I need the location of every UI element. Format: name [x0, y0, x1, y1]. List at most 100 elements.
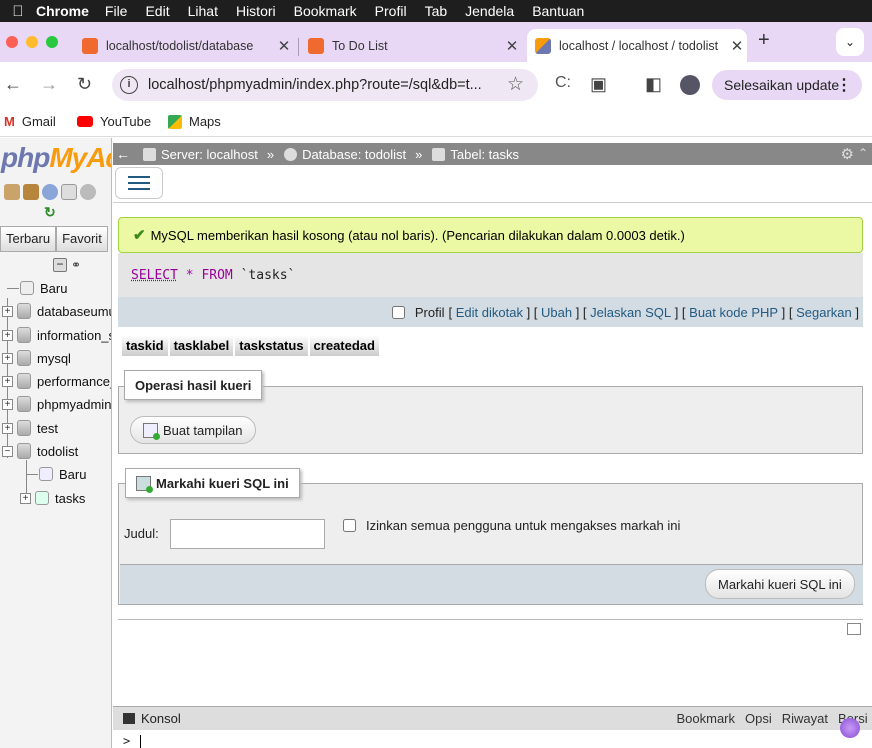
- side-panel-icon[interactable]: ◧: [645, 74, 662, 95]
- collapse-all-icon[interactable]: −: [53, 258, 67, 272]
- settings-gear-icon[interactable]: ⚙: [841, 145, 854, 163]
- address-bar[interactable]: i localhost/phpmyadmin/index.php?route=/…: [112, 69, 538, 101]
- reload-navigation-icon[interactable]: ↻: [44, 204, 56, 221]
- reload-icon[interactable]: ↻: [77, 74, 92, 95]
- tree-item-mysql[interactable]: + mysql: [2, 348, 71, 368]
- bookmark-star-icon[interactable]: ☆: [507, 73, 524, 96]
- allow-all-users-checkbox[interactable]: [343, 519, 356, 532]
- hamburger-menu-button[interactable]: [115, 167, 163, 199]
- tree-item-new-table[interactable]: Baru: [39, 464, 86, 484]
- crumb-database[interactable]: Database: todolist: [284, 147, 406, 162]
- home-icon[interactable]: [4, 184, 20, 200]
- assistant-brain-icon[interactable]: [840, 718, 860, 738]
- create-php-code-link[interactable]: Buat kode PHP: [689, 305, 778, 320]
- docs-icon[interactable]: [61, 184, 77, 200]
- expand-icon[interactable]: +: [2, 398, 13, 410]
- expand-icon[interactable]: +: [2, 305, 13, 317]
- tree-item-performance-schema[interactable]: + performance_schema: [2, 371, 111, 391]
- new-tab-icon[interactable]: +: [758, 29, 770, 52]
- tree-item-test[interactable]: + test: [2, 418, 58, 438]
- column-header-taskstatus[interactable]: taskstatus: [235, 335, 308, 356]
- menu-view[interactable]: Lihat: [188, 3, 218, 19]
- tree-item-new[interactable]: Baru: [20, 278, 67, 298]
- profiling-checkbox[interactable]: [391, 305, 405, 319]
- tree-item-databaseumum[interactable]: + databaseumum: [2, 301, 111, 321]
- tree-item-todolist[interactable]: − todolist: [2, 441, 78, 461]
- menu-app-chrome[interactable]: Chrome: [36, 3, 89, 19]
- url-text[interactable]: localhost/phpmyadmin/index.php?route=/sq…: [148, 77, 493, 93]
- minimize-window-button[interactable]: [26, 36, 38, 48]
- create-view-button[interactable]: Buat tampilan: [130, 416, 256, 444]
- menu-tab[interactable]: Tab: [425, 3, 448, 19]
- tree-item-information-schema[interactable]: + information_schema: [2, 325, 111, 345]
- collapse-nav-arrow-icon[interactable]: ←: [113, 146, 133, 162]
- forward-arrow-icon[interactable]: →: [40, 74, 58, 95]
- more-menu-icon[interactable]: ⋮: [836, 75, 852, 95]
- menu-help[interactable]: Bantuan: [532, 3, 584, 19]
- bookmark-title-input[interactable]: [170, 519, 325, 549]
- expand-icon[interactable]: +: [2, 329, 13, 341]
- column-header-taskid[interactable]: taskid: [122, 335, 168, 356]
- crumb-table[interactable]: Tabel: tasks: [432, 147, 519, 162]
- close-tab-icon[interactable]: ✕: [502, 37, 522, 55]
- bookmark-youtube[interactable]: YouTube: [77, 114, 151, 129]
- cast-icon[interactable]: C:: [555, 74, 571, 92]
- collapse-icon[interactable]: −: [2, 445, 13, 457]
- tree-item-label: Baru: [40, 280, 68, 296]
- sql-actions-bar: Profil [ Edit dikotak ] [ Ubah ] [ Jelas…: [118, 297, 863, 327]
- note-icon[interactable]: [847, 623, 861, 635]
- expand-icon[interactable]: +: [2, 375, 13, 387]
- bookmark-gmail[interactable]: M Gmail: [4, 114, 56, 129]
- expand-icon[interactable]: +: [2, 352, 13, 364]
- logout-icon[interactable]: [23, 184, 39, 200]
- tab-favorite[interactable]: Favorit: [56, 226, 108, 252]
- refresh-link[interactable]: Segarkan: [796, 305, 852, 320]
- console-bookmarks-link[interactable]: Bookmark: [676, 711, 735, 726]
- menu-window[interactable]: Jendela: [465, 3, 514, 19]
- bookmark-query-submit-button[interactable]: Markahi kueri SQL ini: [705, 569, 855, 599]
- pma-console-bar[interactable]: Konsol Bookmark Opsi Riwayat Bersihkan: [113, 706, 872, 730]
- back-arrow-icon[interactable]: ←: [4, 74, 22, 95]
- explain-sql-link[interactable]: Jelaskan SQL: [590, 305, 671, 320]
- apple-icon[interactable]: : [0, 3, 36, 20]
- bookmark-maps[interactable]: Maps: [168, 114, 221, 129]
- collapse-header-icon[interactable]: ⌃: [858, 146, 868, 160]
- console-options-link[interactable]: Opsi: [745, 711, 772, 726]
- crumb-server[interactable]: Server: localhost: [143, 147, 258, 162]
- close-window-button[interactable]: [6, 36, 18, 48]
- update-chrome-button[interactable]: Selesaikan update ⋮: [712, 70, 862, 100]
- sql-keyword-select[interactable]: SELECT: [131, 268, 178, 283]
- tab-phpmyadmin[interactable]: localhost / localhost / todolist ✕: [527, 29, 747, 62]
- column-header-createdad[interactable]: createdad: [309, 335, 379, 356]
- close-tab-icon[interactable]: ✕: [727, 37, 747, 55]
- site-info-icon[interactable]: i: [120, 76, 138, 94]
- tab-todo-list[interactable]: To Do List ✕: [300, 29, 522, 62]
- close-tab-icon[interactable]: ✕: [274, 37, 294, 55]
- tree-item-tasks[interactable]: + tasks: [20, 488, 85, 508]
- expand-icon[interactable]: +: [2, 422, 13, 434]
- extensions-puzzle-icon[interactable]: ▣: [590, 74, 607, 95]
- console-label[interactable]: Konsol: [141, 711, 181, 726]
- menu-history[interactable]: Histori: [236, 3, 276, 19]
- tab-recent[interactable]: Terbaru: [0, 226, 57, 252]
- menu-profile[interactable]: Profil: [375, 3, 407, 19]
- console-input[interactable]: >: [113, 730, 872, 748]
- help-icon[interactable]: [42, 184, 58, 200]
- edit-inline-link[interactable]: Edit dikotak: [456, 305, 523, 320]
- expand-icon[interactable]: +: [20, 492, 31, 504]
- edit-link[interactable]: Ubah: [541, 305, 572, 320]
- link-with-main-icon[interactable]: ⚭: [71, 258, 81, 272]
- column-header-tasklabel[interactable]: tasklabel: [169, 335, 234, 356]
- phpmyadmin-logo[interactable]: phpMyAdmin: [1, 142, 111, 174]
- sql-query-display[interactable]: SELECT * FROM `tasks`: [118, 253, 863, 297]
- tree-item-phpmyadmin[interactable]: + phpmyadmin: [2, 394, 111, 414]
- tab-database[interactable]: localhost/todolist/database ✕: [72, 29, 294, 62]
- menu-file[interactable]: File: [105, 3, 128, 19]
- fullscreen-window-button[interactable]: [46, 36, 58, 48]
- menu-bookmarks[interactable]: Bookmark: [294, 3, 357, 19]
- console-history-link[interactable]: Riwayat: [782, 711, 828, 726]
- menu-edit[interactable]: Edit: [145, 3, 169, 19]
- profile-avatar[interactable]: [680, 75, 700, 95]
- tab-search-chevron-icon[interactable]: ⌄: [836, 28, 864, 56]
- settings-gear-icon[interactable]: [80, 184, 96, 200]
